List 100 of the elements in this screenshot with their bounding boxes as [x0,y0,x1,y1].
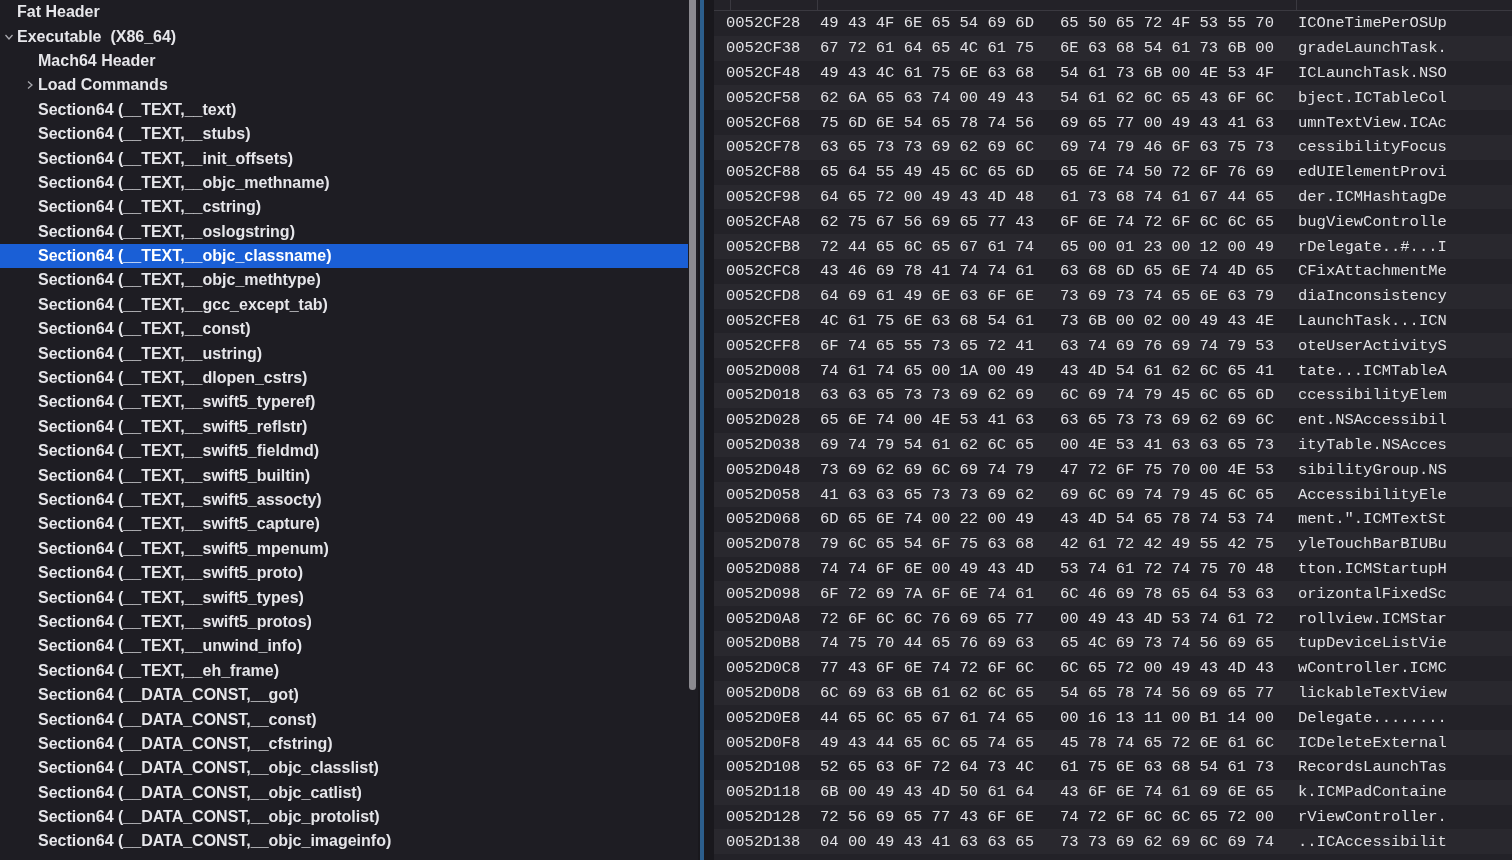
hex-bytes-cell-text: 65 64 55 49 45 6C 65 6D [820,163,1035,182]
ascii-cell: lickableTextView [1298,683,1447,702]
tree-item[interactable]: Section64 (__TEXT,__gcc_except_tab) [0,292,688,318]
ascii-cell: ccessibilityElem [1298,386,1447,405]
hex-bytes-cell-text: 47 72 6F 75 70 00 4E 53 [1060,460,1275,479]
tree-item[interactable]: Section64 (__TEXT,__swift5_capture) [0,512,688,537]
ascii-cell: yleTouchBarBIUBu [1298,535,1447,554]
address-cell-text: 0052D098 [726,584,802,603]
address-cell-text: 0052D048 [726,460,802,479]
tree-item[interactable]: Section64 (__TEXT,__ustring) [0,341,688,366]
tree-item[interactable]: Section64 (__TEXT,__dlopen_cstrs) [0,365,688,391]
ascii-cell: ..ICAccessibilit [1298,832,1447,851]
ascii-cell: umnTextView.ICAc [1298,113,1447,132]
address-cell-text: 0052CFF8 [726,336,802,355]
tree-item[interactable]: Section64 (__TEXT,__text) [0,97,688,122]
ascii-cell: k.ICMPadContaine [1298,783,1447,802]
hex-bytes-cell-text: 62 75 67 56 69 65 77 43 [820,212,1035,231]
hex-bytes-cell-text: 6C 65 72 00 49 43 4D 43 [1060,659,1275,678]
hex-bytes-cell-text: 73 6B 00 02 00 49 43 4E [1060,311,1275,330]
hex-bytes-cell-text: 6C 69 74 79 45 6C 65 6D [1060,386,1275,405]
hex-bytes-cell-text: 43 46 69 78 41 74 74 61 [820,262,1035,281]
hex-bytes-cell-text: 54 61 73 6B 00 4E 53 4F [1060,64,1275,82]
hex-bytes-cell-text: 64 65 72 00 49 43 4D 48 [820,187,1035,206]
scrollbar-thumb[interactable] [689,0,696,690]
tree-item[interactable]: Section64 (__TEXT,__unwind_info) [0,634,688,659]
hex-bytes-cell-text: 73 69 62 69 6C 69 74 79 [820,460,1035,479]
hex-bytes-cell-text: 72 56 69 65 77 43 6F 6E [820,807,1035,826]
hex-bytes-cell-text: 69 6C 69 74 79 45 6C 65 [1060,485,1275,504]
tree-item[interactable]: Load Commands [0,73,688,98]
tree-item[interactable]: Section64 (__DATA_CONST,__objc_catlist) [0,780,688,805]
tree-item[interactable]: Section64 (__TEXT,__cstring) [0,195,688,220]
tree-item[interactable]: Section64 (__TEXT,__swift5_typeref) [0,390,688,415]
address-cell-text: 0052D0A8 [726,609,802,628]
tree-item[interactable]: Section64 (__DATA_CONST,__cfstring) [0,731,688,757]
hex-bytes-cell-text: 63 68 6D 65 6E 74 4D 65 [1060,262,1275,281]
hex-bytes-cell-text: 65 50 65 72 4F 53 55 70 [1060,14,1275,33]
disclosure-icon[interactable] [25,80,35,91]
address-cell-text: 0052CFA8 [726,212,802,231]
hex-bytes-cell-text: 72 6F 6C 6C 76 69 65 77 [820,609,1035,628]
ascii-cell: diaInconsistency [1298,287,1447,306]
tree-item[interactable]: Section64 (__TEXT,__stubs) [0,121,688,147]
hex-bytes-cell-text: 63 65 73 73 69 62 69 6C [1060,411,1275,430]
hex-bytes-cell-text: 41 63 63 65 73 73 69 62 [820,485,1035,504]
tree-item[interactable]: Mach64 Header [0,48,688,74]
tree-item[interactable]: Section64 (__TEXT,__eh_frame) [0,658,688,683]
ascii-cell: edUIElementProvi [1298,163,1447,182]
tree-item[interactable]: Fat Header [0,0,688,25]
ascii-cell: sibilityGroup.NS [1298,460,1447,479]
tree-item[interactable]: Section64 (__TEXT,__swift5_types) [0,585,688,610]
address-cell-text: 0052CF48 [726,64,802,82]
tree-item[interactable]: Section64 (__TEXT,__swift5_mpenum) [0,536,688,561]
address-cell-text: 0052CF58 [726,88,802,107]
hex-bytes-cell-text: 73 69 73 74 65 6E 63 79 [1060,287,1275,306]
tree-item[interactable]: Section64 (__DATA_CONST,__got) [0,682,688,708]
address-cell-text: 0052D108 [726,758,802,777]
tree-item[interactable]: Section64 (__TEXT,__swift5_builtin) [0,463,688,488]
address-cell-text: 0052D118 [726,783,802,802]
tree-item[interactable]: Section64 (__TEXT,__swift5_protos) [0,609,688,635]
tree-item[interactable]: Section64 (__TEXT,__swift5_reflstr) [0,414,688,440]
tree-item[interactable]: Executable (X86_64) [0,24,688,49]
ascii-cell: tupDeviceListVie [1298,634,1447,653]
tree-item[interactable]: Section64 (__DATA_CONST,__objc_protolist) [0,804,688,830]
hex-bytes-cell-text: 45 78 74 65 72 6E 61 6C [1060,733,1275,752]
address-cell-text: 0052CF38 [726,39,802,58]
ascii-cell: bject.ICTableCol [1298,88,1447,107]
hex-bytes-cell-text: 52 65 63 6F 72 64 73 4C [820,758,1035,777]
address-cell-text: 0052D018 [726,386,802,405]
tree-item[interactable]: Section64 (__TEXT,__objc_methtype) [0,268,688,293]
hex-bytes-cell-text: 69 74 79 54 61 62 6C 65 [820,435,1035,454]
tree-item[interactable]: Section64 (__DATA_CONST,__objc_imageinfo) [0,829,688,854]
tree-item[interactable]: Section64 (__TEXT,__swift5_proto) [0,561,688,586]
tree-item[interactable]: Section64 (__TEXT,__const) [0,317,688,342]
hex-bytes-cell-text: 73 73 69 62 69 6C 69 74 [1060,832,1275,851]
ascii-cell: bugViewControlle [1298,212,1447,231]
tree-item[interactable]: Section64 (__TEXT,__swift5_assocty) [0,487,688,513]
address-cell-text: 0052CF68 [726,113,802,132]
hex-bytes-cell-text: 6F 74 65 55 73 65 72 41 [820,336,1035,355]
ascii-cell: wController.ICMC [1298,659,1447,678]
hex-bytes-cell-text: 43 4D 54 61 62 6C 65 41 [1060,361,1275,380]
hex-bytes-cell-text: 65 6E 74 50 72 6F 76 69 [1060,163,1275,182]
tree-item[interactable]: Section64 (__TEXT,__swift5_fieldmd) [0,439,688,464]
ascii-cell: rDelegate..#...I [1298,237,1447,256]
ascii-cell: tton.ICMStartupH [1298,559,1447,578]
tree-item[interactable]: Section64 (__DATA_CONST,__objc_classlist) [0,756,688,781]
hex-bytes-cell-text: 00 16 13 11 00 B1 14 00 [1060,708,1275,727]
address-cell-text: 0052CF98 [726,187,802,206]
tree-item[interactable]: Section64 (__TEXT,__init_offsets) [0,146,688,171]
ascii-cell: RecordsLaunchTas [1298,758,1447,777]
hex-bytes-cell-text: 63 65 73 73 69 62 69 6C [820,138,1035,157]
tree-item[interactable]: Section64 (__DATA_CONST,__const) [0,707,688,732]
tree-item[interactable]: Section64 (__TEXT,__objc_classname) [0,243,688,269]
hex-bytes-cell-text: 6D 65 6E 74 00 22 00 49 [820,510,1035,529]
address-cell-text: 0052D058 [726,485,802,504]
ascii-cell: gradeLaunchTask. [1298,39,1447,58]
hex-bytes-cell-text: 54 61 62 6C 65 43 6F 6C [1060,88,1275,107]
hex-bytes-cell-text: 00 4E 53 41 63 63 65 73 [1060,435,1275,454]
tree-item[interactable]: Section64 (__TEXT,__objc_methname) [0,170,688,196]
hex-bytes-cell-text: 74 61 74 65 00 1A 00 49 [820,361,1035,380]
address-cell-text: 0052D128 [726,807,802,826]
tree-item[interactable]: Section64 (__TEXT,__oslogstring) [0,219,688,244]
